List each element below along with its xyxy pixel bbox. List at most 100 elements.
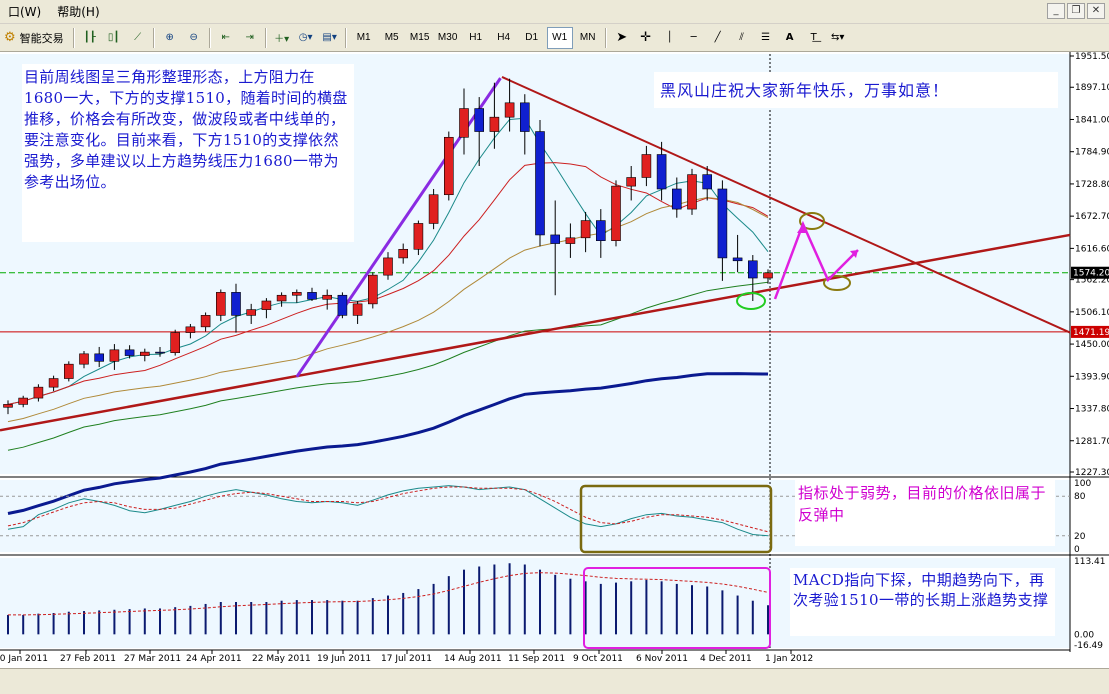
timeframe-m15[interactable]: M15 xyxy=(407,27,433,49)
candle-body xyxy=(671,188,682,210)
fibonacci-button[interactable]: ☰ xyxy=(755,27,777,49)
close-button[interactable]: ✕ xyxy=(1087,3,1105,19)
timeframe-m1[interactable]: M1 xyxy=(351,27,377,49)
timeframe-h4[interactable]: H4 xyxy=(491,27,517,49)
candle-body xyxy=(109,349,120,362)
candle-body xyxy=(246,309,256,316)
candlestick-button[interactable]: ▯┃ xyxy=(103,27,125,49)
price-tick-label: 1728.80 xyxy=(1075,180,1109,190)
candle-body xyxy=(79,353,89,365)
candle-body xyxy=(687,174,697,210)
line-chart-button[interactable]: ⟋ xyxy=(127,27,149,49)
indicator-note: 指标处于弱势，目前的价格依旧属于反弹中 xyxy=(795,480,1055,546)
chart-window[interactable]: 1951.50 1897.10 1841.00 1784.90 1728.80 1672.… xyxy=(0,52,1109,668)
candle-body xyxy=(702,174,713,190)
bar-chart-button[interactable]: ┃┠ xyxy=(79,27,101,49)
vertical-line-button[interactable]: │ xyxy=(659,27,681,49)
horizontal-line-icon: ─ xyxy=(690,32,697,43)
price-tick-label: 1784.90 xyxy=(1075,148,1109,158)
menu-bar: 口(W) 帮助(H) _ ❐ ✕ xyxy=(0,0,1109,24)
candle-body xyxy=(535,131,545,236)
time-tick-label: 11 Sep 2011 xyxy=(508,654,565,664)
zoom-in-button[interactable]: ⊕ xyxy=(159,27,181,49)
time-tick-label: 20 Jan 2011 xyxy=(0,654,48,664)
timeframe-mn[interactable]: MN xyxy=(575,27,601,49)
time-tick-label: 24 Apr 2011 xyxy=(186,654,242,664)
candle-body xyxy=(216,292,226,316)
bar-chart-icon: ┃┠ xyxy=(83,32,96,43)
candle-body xyxy=(155,351,165,354)
indicators-icon: ＋▾ xyxy=(274,34,290,45)
clock-icon: ◷▾ xyxy=(298,32,313,43)
price-tick-label: 1450.00 xyxy=(1075,340,1109,350)
crosshair-icon: ✛ xyxy=(640,30,652,45)
minimize-button[interactable]: _ xyxy=(1047,3,1065,19)
toolbar-separator xyxy=(208,27,211,48)
candle-body xyxy=(747,260,758,279)
stochastic-axis-label: 20 xyxy=(1074,532,1086,542)
candle-body xyxy=(383,257,393,276)
time-tick-label: 9 Oct 2011 xyxy=(573,654,623,664)
candle-body xyxy=(443,136,454,196)
candle-body xyxy=(641,154,652,178)
price-tick-label: 1951.50 xyxy=(1075,52,1109,62)
text-label-button[interactable]: T͟ xyxy=(803,27,825,49)
channel-button[interactable]: ⫽ xyxy=(731,27,753,49)
periods-button[interactable]: ◷▾ xyxy=(295,27,317,49)
candle-body xyxy=(763,272,773,279)
toolbar-separator xyxy=(152,27,155,48)
timeframe-w1[interactable]: W1 xyxy=(546,26,573,49)
auto-trade-button[interactable]: ⚙ 智能交易 xyxy=(3,27,69,49)
candle-body xyxy=(732,257,743,262)
time-tick-label: 27 Mar 2011 xyxy=(124,654,181,664)
analysis-note: 目前周线图呈三角形整理形态，上方阻力在1680一大，下方的支撑1510，随着时间… xyxy=(22,64,354,242)
candle-body xyxy=(3,404,13,408)
auto-trade-label: 智能交易 xyxy=(19,31,64,45)
zoom-out-icon: ⊖ xyxy=(189,32,198,43)
price-tick-label: 1281.70 xyxy=(1075,437,1109,447)
candle-body xyxy=(48,378,59,388)
candle-body xyxy=(611,185,621,241)
arrows-button[interactable]: ⇆▾ xyxy=(827,27,849,49)
candle-body xyxy=(231,292,241,316)
auto-scroll-button[interactable]: ⇤ xyxy=(215,27,237,49)
time-tick-label: 6 Nov 2011 xyxy=(636,654,688,664)
candle-body xyxy=(626,177,637,187)
timeframe-d1[interactable]: D1 xyxy=(519,27,545,49)
zoom-out-button[interactable]: ⊖ xyxy=(183,27,205,49)
level-price-tag-label: 1471.19 xyxy=(1073,328,1109,338)
status-bar xyxy=(0,668,1109,694)
chart-shift-icon: ⇥ xyxy=(245,32,254,43)
timeframe-m5[interactable]: M5 xyxy=(379,27,405,49)
time-tick-label: 1 Jan 2012 xyxy=(765,654,813,664)
menu-help[interactable]: 帮助(H) xyxy=(49,0,107,24)
horizontal-line-button[interactable]: ─ xyxy=(683,27,705,49)
candle-body xyxy=(322,294,333,300)
line-chart-icon: ⟋ xyxy=(134,32,142,43)
text-button[interactable]: A xyxy=(779,27,801,49)
candle-body xyxy=(261,300,272,310)
indicators-button[interactable]: ＋▾ xyxy=(271,27,293,49)
candle-body xyxy=(565,237,576,244)
auto-trade-icon: ⚙ xyxy=(4,30,16,45)
trendline-button[interactable]: ╱ xyxy=(707,27,729,49)
price-tick-label: 1616.60 xyxy=(1075,244,1109,254)
restore-button[interactable]: ❐ xyxy=(1067,3,1085,19)
candle-body xyxy=(352,303,363,316)
candle-body xyxy=(276,294,287,302)
candle-body xyxy=(18,397,29,405)
timeframe-m30[interactable]: M30 xyxy=(435,27,461,49)
time-tick-label: 19 Jun 2011 xyxy=(317,654,371,664)
candle-body xyxy=(717,188,728,259)
time-tick-label: 14 Aug 2011 xyxy=(444,654,502,664)
timeframe-h1[interactable]: H1 xyxy=(463,27,489,49)
cursor-button[interactable]: ➤ xyxy=(611,27,633,49)
channel-icon: ⫽ xyxy=(739,32,744,43)
candle-body xyxy=(550,234,561,244)
crosshair-button[interactable]: ✛ xyxy=(635,27,657,49)
menu-window[interactable]: 口(W) xyxy=(0,0,49,24)
vertical-line-icon: │ xyxy=(666,32,673,43)
candle-body xyxy=(474,108,485,132)
templates-button[interactable]: ▤▾ xyxy=(319,27,341,49)
chart-shift-button[interactable]: ⇥ xyxy=(239,27,261,49)
